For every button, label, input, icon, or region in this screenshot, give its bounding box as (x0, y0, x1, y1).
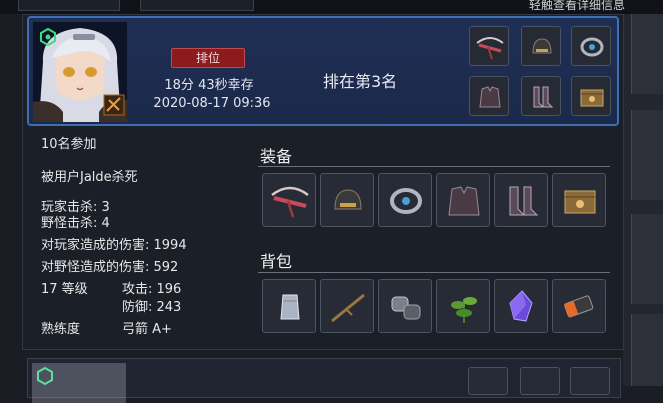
equipment-divider (258, 166, 610, 167)
next-match-card[interactable] (27, 358, 621, 403)
player-level: 17 等级 (41, 282, 88, 297)
equip-slot-chest[interactable] (436, 173, 490, 227)
equip-slot-accessory[interactable] (552, 173, 606, 227)
header-equip-arm[interactable] (571, 26, 611, 66)
damage-to-monsters: 对野怪造成的伤害: 592 (41, 260, 179, 275)
match-header-card[interactable]: 排位 18分 43秒幸存 2020-08-17 09:36 排在第3名 (27, 16, 619, 126)
proficiency-value: 弓箭 A+ (122, 322, 172, 337)
weapon-mini-icon (103, 94, 125, 120)
bag-title: 背包 (260, 252, 293, 271)
header-equip-chest[interactable] (469, 76, 509, 116)
avatar (33, 22, 127, 122)
match-date: 2020-08-17 09:36 (153, 96, 271, 111)
header-equip-accessory[interactable] (571, 76, 611, 116)
bag-slot-5[interactable] (494, 279, 548, 333)
rank-badge: 排位 (171, 48, 245, 68)
top-bar: 轻触查看详细信息 (0, 0, 663, 14)
participants: 10名参加 (41, 137, 97, 152)
tap-hint: 轻触查看详细信息 (528, 0, 625, 12)
bag-slot-4[interactable] (436, 279, 490, 333)
side-strip (623, 14, 663, 386)
next-equip-3 (570, 367, 610, 395)
survive-time: 18分 43秒幸存 (164, 78, 254, 93)
bag-slot-3[interactable] (378, 279, 432, 333)
header-equip-leg[interactable] (521, 76, 561, 116)
bag-slot-6[interactable] (552, 279, 606, 333)
bag-divider (258, 272, 610, 273)
equipment-title: 装备 (260, 147, 293, 166)
defense-stat: 防御: 243 (122, 300, 182, 315)
attack-stat: 攻击: 196 (122, 282, 182, 297)
equip-slot-weapon[interactable] (262, 173, 316, 227)
header-equip-head[interactable] (521, 26, 561, 66)
bag-slot-1[interactable] (262, 279, 316, 333)
monster-kills: 野怪击杀: 4 (41, 216, 110, 231)
equip-slot-arm[interactable] (378, 173, 432, 227)
next-equip-2 (520, 367, 560, 395)
tab-left[interactable] (18, 0, 120, 11)
placement: 排在第3名 (323, 72, 398, 91)
equip-slot-leg[interactable] (494, 173, 548, 227)
header-equip-weapon[interactable] (469, 26, 509, 66)
team-hex-icon (39, 27, 57, 50)
damage-to-players: 对玩家造成的伤害: 1994 (41, 238, 187, 253)
equip-slot-head[interactable] (320, 173, 374, 227)
tab-right[interactable] (140, 0, 254, 11)
killed-by: 被用户Jalde杀死 (41, 170, 138, 185)
bag-slot-2[interactable] (320, 279, 374, 333)
next-equip-1 (468, 367, 508, 395)
proficiency-label: 熟练度 (41, 322, 81, 337)
